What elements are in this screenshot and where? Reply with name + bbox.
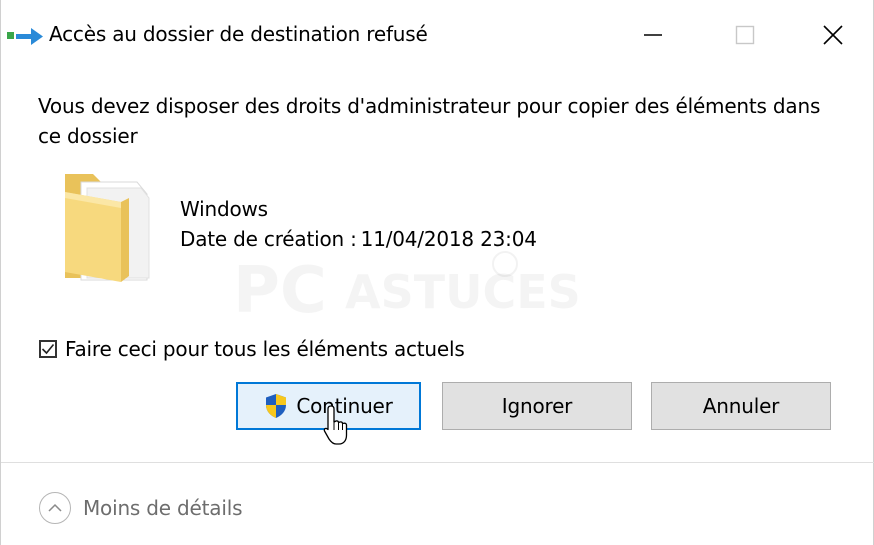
skip-button[interactable]: Ignorer — [442, 382, 632, 430]
chevron-up-icon — [39, 492, 71, 524]
apply-to-all-checkbox[interactable]: Faire ceci pour tous les éléments actuel… — [39, 335, 465, 363]
item-date: Date de création :11/04/2018 23:04 — [180, 227, 537, 251]
apply-to-all-label: Faire ceci pour tous les éléments actuel… — [65, 337, 465, 361]
minimize-button[interactable] — [629, 16, 677, 54]
cancel-button[interactable]: Annuler — [651, 382, 831, 430]
item-date-label: Date de création : — [180, 227, 357, 251]
maximize-icon — [735, 25, 755, 45]
minimize-icon — [644, 34, 662, 36]
continue-button[interactable]: Continuer — [236, 382, 421, 430]
close-button[interactable] — [809, 16, 857, 54]
footer-divider — [1, 462, 874, 463]
error-message: Vous devez disposer des droits d'adminis… — [38, 94, 821, 148]
item-date-value: 11/04/2018 23:04 — [360, 227, 537, 251]
folder-icon — [65, 174, 150, 282]
continue-button-label: Continuer — [296, 394, 393, 418]
watermark-logo: PC ASTUCES — [233, 251, 581, 328]
item-name: Windows — [180, 197, 268, 221]
dialog-window: Accès au dossier de destination refusé V… — [0, 0, 874, 545]
less-details-label: Moins de détails — [83, 496, 243, 520]
checkbox-checked-icon[interactable] — [39, 340, 57, 358]
less-details-toggle[interactable]: Moins de détails — [39, 490, 242, 526]
copy-move-icon — [7, 28, 43, 45]
maximize-button[interactable] — [721, 16, 769, 54]
close-icon — [823, 25, 843, 45]
watermark-main-text: PC — [233, 254, 327, 328]
title-bar[interactable]: Accès au dossier de destination refusé — [1, 0, 874, 72]
watermark-secondary-text: ASTUCES — [345, 265, 581, 319]
uac-shield-icon — [264, 393, 288, 419]
window-title: Accès au dossier de destination refusé — [49, 22, 428, 46]
